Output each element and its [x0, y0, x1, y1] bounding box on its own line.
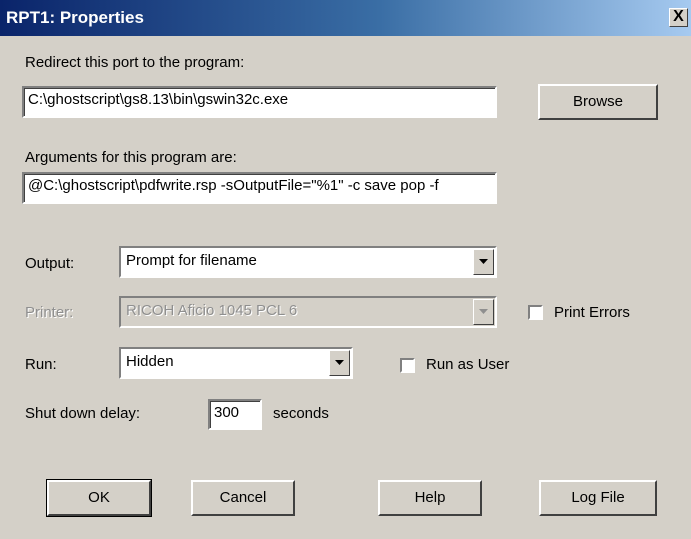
- chevron-down-icon: [479, 309, 488, 314]
- shutdown-delay-field[interactable]: 300: [208, 399, 262, 430]
- output-select[interactable]: Prompt for filename: [119, 246, 497, 278]
- shutdown-delay-label: Shut down delay:: [25, 405, 141, 422]
- chevron-down-icon: [335, 360, 344, 365]
- shutdown-unit-label: seconds: [273, 405, 329, 422]
- run-select[interactable]: Hidden: [119, 347, 353, 379]
- output-label: Output:: [25, 255, 75, 272]
- arguments-field[interactable]: @C:\ghostscript\pdfwrite.rsp -sOutputFil…: [22, 172, 497, 204]
- browse-button[interactable]: Browse: [538, 84, 658, 120]
- chevron-down-icon: [479, 259, 488, 264]
- run-label: Run:: [25, 356, 57, 373]
- title-bar: RPT1: Properties X: [0, 0, 691, 36]
- arguments-label: Arguments for this program are:: [25, 149, 237, 166]
- run-dropdown-button[interactable]: [329, 350, 350, 376]
- printer-selected-value: RICOH Aficio 1045 PCL 6: [126, 302, 298, 319]
- output-selected-value: Prompt for filename: [126, 252, 257, 269]
- printer-select: RICOH Aficio 1045 PCL 6: [119, 296, 497, 328]
- log-file-button[interactable]: Log File: [539, 480, 657, 516]
- ok-button[interactable]: OK: [46, 479, 152, 517]
- redirect-label: Redirect this port to the program:: [25, 54, 245, 71]
- print-errors-checkbox[interactable]: [528, 305, 543, 320]
- run-as-user-checkbox[interactable]: [400, 358, 415, 373]
- printer-dropdown-button: [473, 299, 494, 325]
- print-errors-label: Print Errors: [554, 304, 630, 321]
- window-title: RPT1: Properties: [6, 8, 144, 27]
- cancel-button[interactable]: Cancel: [191, 480, 295, 516]
- close-icon: X: [673, 8, 684, 25]
- printer-label: Printer:: [25, 304, 74, 321]
- program-path-field[interactable]: C:\ghostscript\gs8.13\bin\gswin32c.exe: [22, 86, 497, 118]
- help-button[interactable]: Help: [378, 480, 482, 516]
- output-dropdown-button[interactable]: [473, 249, 494, 275]
- run-as-user-label: Run as User: [426, 356, 510, 373]
- close-button[interactable]: X: [669, 8, 688, 27]
- run-selected-value: Hidden: [126, 353, 174, 370]
